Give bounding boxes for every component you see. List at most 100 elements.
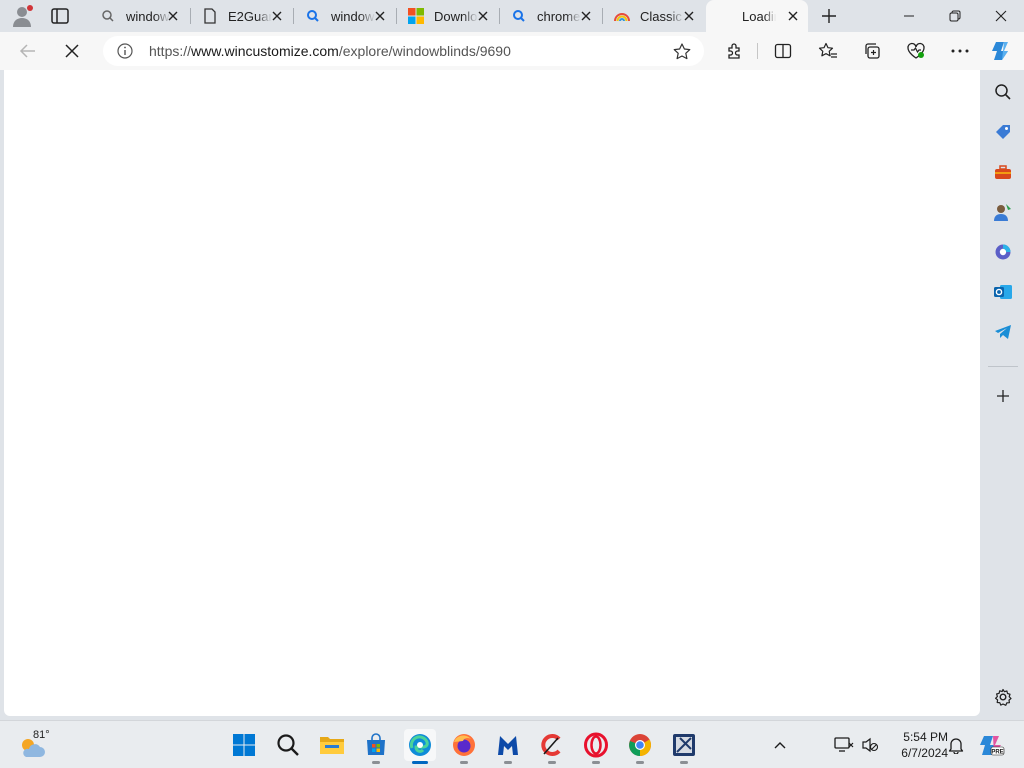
- pinned-app[interactable]: [668, 729, 700, 764]
- windows-taskbar: 81° 5:54 PM 6/7/2024 PRE: [0, 720, 1024, 768]
- start-button[interactable]: [228, 729, 260, 761]
- toolbar-divider: [757, 43, 758, 59]
- tab-separator: [293, 8, 294, 24]
- tab-title: Download: [434, 8, 478, 24]
- add-icon[interactable]: [992, 385, 1014, 407]
- tab-loading-active[interactable]: Loading: [706, 0, 808, 32]
- running-indicator: [680, 761, 688, 764]
- restore-button[interactable]: [932, 0, 978, 32]
- browser-toolbar: https://www.wincustomize.com/explore/win…: [0, 32, 1024, 70]
- tab-chrome[interactable]: chrome: [503, 3, 601, 29]
- edge-app[interactable]: [404, 729, 436, 764]
- tab-title: Classic: [640, 8, 682, 24]
- tab-windows-blinds[interactable]: windows blinds: [92, 3, 188, 29]
- running-indicator: [504, 761, 512, 764]
- file-explorer-app[interactable]: [316, 729, 348, 761]
- system-clock[interactable]: 5:54 PM 6/7/2024: [888, 729, 948, 761]
- favorites-button[interactable]: [815, 39, 841, 63]
- running-indicator: [636, 761, 644, 764]
- notifications-bell-icon[interactable]: [944, 733, 968, 757]
- sidebar-divider: [988, 366, 1018, 367]
- microsoft-logo-icon: [408, 8, 424, 24]
- tab-separator: [602, 8, 603, 24]
- add-favorite-star-icon[interactable]: [672, 42, 692, 62]
- outlook-icon[interactable]: [992, 281, 1014, 303]
- office-icon[interactable]: [992, 241, 1014, 263]
- copilot-taskbar-icon[interactable]: PRE: [978, 731, 1006, 759]
- rainbow-icon: [614, 8, 630, 24]
- search-icon: [305, 8, 321, 24]
- url-text[interactable]: https://www.wincustomize.com/explore/win…: [149, 43, 511, 59]
- close-tab-icon[interactable]: [786, 9, 800, 23]
- running-indicator: [548, 761, 556, 764]
- page-icon: [202, 8, 218, 24]
- close-tab-icon[interactable]: [476, 9, 490, 23]
- tab-title: E2Guardian: [228, 8, 272, 24]
- browser-essentials-button[interactable]: [903, 39, 929, 63]
- settings-more-button[interactable]: [947, 39, 973, 63]
- weather-widget[interactable]: 81°: [18, 729, 58, 761]
- new-tab-button[interactable]: [818, 5, 840, 27]
- tag-icon[interactable]: [992, 121, 1014, 143]
- split-screen-button[interactable]: [770, 39, 796, 63]
- search-icon: [100, 8, 116, 24]
- running-indicator: [460, 761, 468, 764]
- profile-avatar-icon[interactable]: [10, 4, 34, 28]
- edge-sidebar: [982, 70, 1024, 718]
- back-button[interactable]: [15, 39, 41, 63]
- close-tab-icon[interactable]: [579, 9, 593, 23]
- malwarebytes-app[interactable]: [492, 729, 524, 764]
- svg-text:PRE: PRE: [991, 750, 1003, 756]
- ccleaner-app[interactable]: [536, 729, 568, 764]
- chrome-app[interactable]: [624, 729, 656, 764]
- network-icon[interactable]: [832, 733, 856, 757]
- tab-separator: [499, 8, 500, 24]
- opera-app[interactable]: [580, 729, 612, 764]
- tab-title: Loading: [742, 8, 776, 24]
- url-domain: www.wincustomize.com: [191, 43, 339, 59]
- clock-date: 6/7/2024: [901, 746, 948, 760]
- taskbar-search-button[interactable]: [272, 729, 304, 761]
- tab-title: chrome: [537, 8, 581, 24]
- extensions-button[interactable]: [722, 39, 748, 63]
- close-tab-icon[interactable]: [682, 9, 696, 23]
- minimize-button[interactable]: [886, 0, 932, 32]
- web-page-content[interactable]: [4, 70, 980, 716]
- stop-loading-button[interactable]: [59, 39, 85, 63]
- search-icon: [511, 8, 527, 24]
- tab-title: windows blinds: [126, 8, 170, 24]
- tab-separator: [396, 8, 397, 24]
- tab-strip: windows blinds E2Guardian windows Downlo…: [0, 0, 1024, 32]
- url-path: /explore/windowblinds/9690: [338, 43, 511, 59]
- running-indicator-active: [412, 761, 428, 764]
- microsoft-store-app[interactable]: [360, 729, 392, 764]
- collections-button[interactable]: [859, 39, 885, 63]
- running-indicator: [372, 761, 380, 764]
- settings-icon[interactable]: [992, 686, 1014, 708]
- tab-e2guardian[interactable]: E2Guardian: [194, 3, 292, 29]
- tab-separator: [190, 8, 191, 24]
- telegram-icon[interactable]: [992, 321, 1014, 343]
- copilot-button[interactable]: [988, 38, 1016, 64]
- show-hidden-icons-button[interactable]: [768, 733, 792, 757]
- tab-windows[interactable]: windows: [297, 3, 395, 29]
- firefox-app[interactable]: [448, 729, 480, 764]
- running-indicator: [592, 761, 600, 764]
- tab-classic[interactable]: Classic: [606, 3, 704, 29]
- url-prefix: https://: [149, 43, 192, 59]
- close-tab-icon[interactable]: [166, 9, 180, 23]
- weather-temperature: 81°: [33, 729, 50, 741]
- volume-muted-icon[interactable]: [858, 733, 882, 757]
- tab-title: windows: [331, 8, 375, 24]
- games-icon[interactable]: [992, 201, 1014, 223]
- sidebar-search-icon[interactable]: [992, 81, 1014, 103]
- tab-download[interactable]: Download: [400, 3, 498, 29]
- site-info-icon[interactable]: [117, 43, 133, 59]
- tab-actions-icon[interactable]: [48, 5, 72, 27]
- clock-time: 5:54 PM: [903, 730, 948, 744]
- toolbox-icon[interactable]: [992, 161, 1014, 183]
- close-tab-icon[interactable]: [373, 9, 387, 23]
- close-tab-icon[interactable]: [270, 9, 284, 23]
- close-window-button[interactable]: [978, 0, 1024, 32]
- address-bar[interactable]: https://www.wincustomize.com/explore/win…: [103, 36, 704, 66]
